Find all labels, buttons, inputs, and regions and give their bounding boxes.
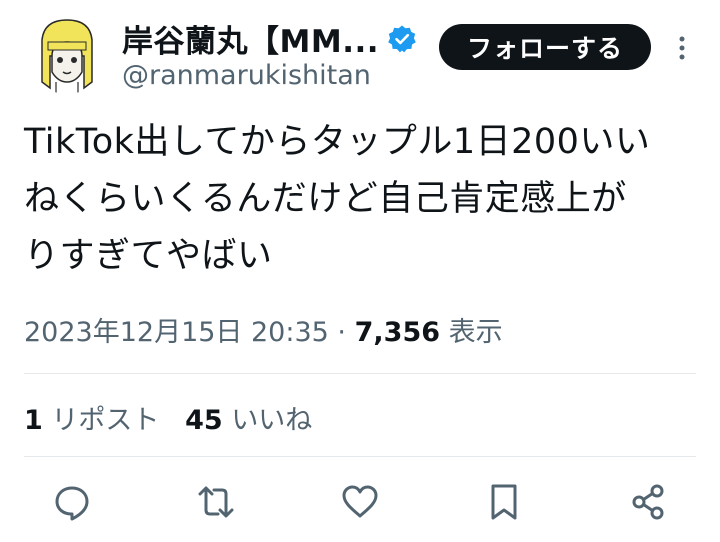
more-options-icon[interactable] (672, 30, 692, 66)
likes-stat[interactable]: 45 いいね (185, 405, 312, 436)
likes-count: 45 (185, 405, 223, 436)
author-display-name[interactable]: 岸谷蘭丸【MM... (122, 16, 379, 61)
view-count: 7,356 (354, 317, 441, 348)
reposts-label: リポスト (51, 405, 160, 436)
tweet-meta: 2023年12月15日 20:35 · 7,356 表示 (24, 310, 503, 349)
meta-separator: · (337, 317, 347, 348)
reposts-count: 1 (24, 405, 43, 436)
tweet-text: TikTok出してからタップル1日200いい ねくらいくるんだけど自己肯定感上が… (24, 122, 651, 276)
reposts-stat[interactable]: 1 リポスト (24, 405, 159, 436)
tweet-stats: 1 リポスト 45 いいね (24, 398, 312, 437)
reply-icon[interactable] (52, 482, 92, 522)
tweet-timestamp[interactable]: 2023年12月15日 20:35 (24, 317, 329, 348)
avatar-illustration-icon (26, 12, 108, 94)
share-icon[interactable] (628, 482, 668, 522)
author-handle[interactable]: @ranmarukishitan (122, 60, 371, 91)
divider-top (24, 373, 696, 374)
action-bar (0, 470, 720, 540)
follow-button[interactable]: フォローする (439, 24, 651, 70)
divider-bottom (24, 456, 696, 457)
like-icon[interactable] (340, 482, 380, 522)
tweet-header: 岸谷蘭丸【MM... @ranmarukishitan フォローする (0, 0, 720, 110)
likes-label: いいね (231, 405, 313, 436)
verified-badge-icon (387, 24, 417, 54)
avatar[interactable] (26, 12, 108, 94)
author-name-row: 岸谷蘭丸【MM... (122, 16, 417, 61)
repost-icon[interactable] (196, 482, 236, 522)
bookmark-icon[interactable] (484, 482, 524, 522)
view-label: 表示 (448, 317, 503, 348)
